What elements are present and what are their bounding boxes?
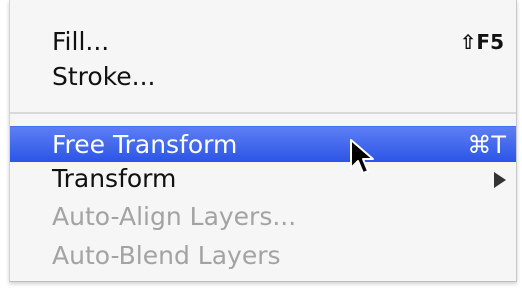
menu-item-label: Auto-Blend Layers [52, 241, 281, 270]
menu-item-label: Auto-Align Layers... [52, 202, 297, 231]
menu-item-auto-align-layers[interactable]: Auto-Align Layers... [10, 200, 516, 234]
arrow-cursor-icon [350, 139, 374, 174]
menu-item-transform[interactable]: Transform [10, 162, 516, 196]
keyboard-shortcut: ⌘T [467, 131, 506, 159]
menu-item-auto-blend-layers[interactable]: Auto-Blend Layers [10, 239, 516, 273]
menu-item-fill[interactable]: Fill... ⇧F5 [10, 25, 516, 59]
menu-item-free-transform[interactable]: Free Transform ⌘T [10, 126, 516, 162]
menu-separator [10, 112, 516, 114]
menu-item-stroke[interactable]: Stroke... [10, 60, 516, 94]
menu-item-label: Stroke... [52, 62, 156, 91]
menu-item-label: Transform [52, 164, 177, 193]
menu-item-label: Free Transform [52, 130, 238, 159]
chevron-right-icon [494, 172, 506, 188]
keyboard-shortcut: ⇧F5 [459, 30, 504, 54]
edit-context-menu: Fill... ⇧F5 Stroke... Free Transform ⌘T … [9, 0, 517, 282]
menu-item-label: Fill... [52, 27, 110, 56]
